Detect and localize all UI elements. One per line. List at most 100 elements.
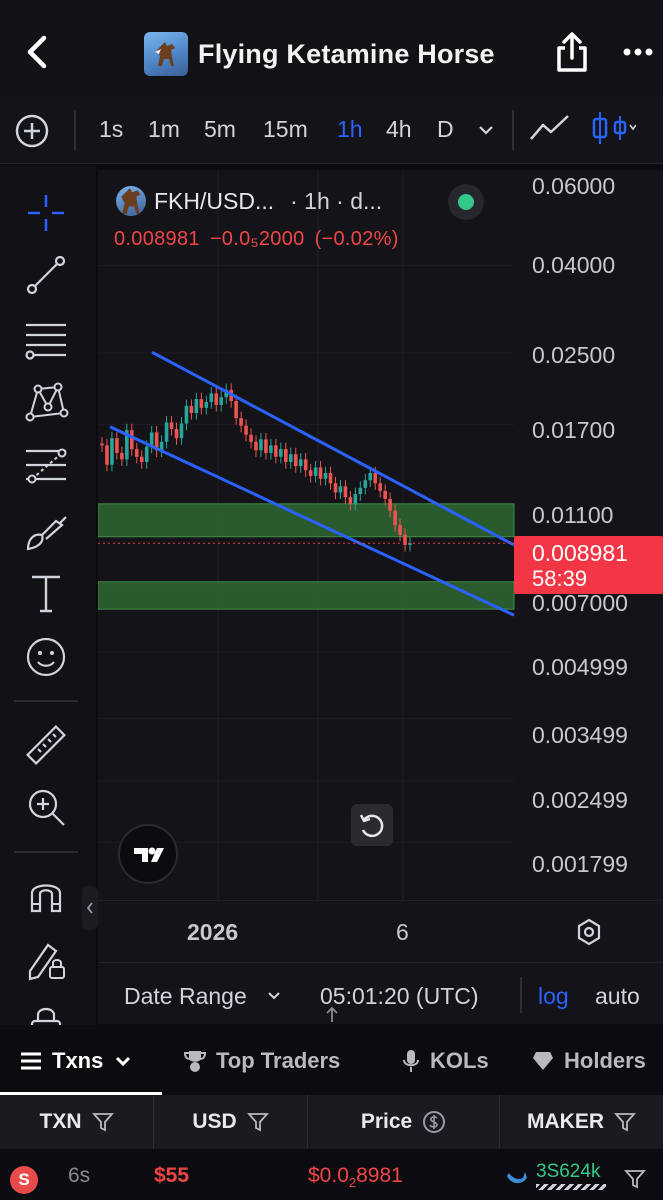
date-range-dropdown[interactable] [266,988,282,1004]
tab-label: Txns [52,1048,104,1073]
candle-body [100,443,104,446]
tf-1s[interactable]: 1s [99,116,123,143]
diamond-icon [533,1052,553,1070]
y-tick: 0.02500 [532,342,616,368]
timeframe-dropdown[interactable] [476,120,496,140]
time-axis[interactable]: 2026 6 [98,900,663,962]
x-label: 2026 [187,919,239,945]
candle-body [259,439,263,451]
tf-5m[interactable]: 5m [204,116,236,143]
horizontal-lines-tool[interactable] [22,317,70,365]
trend-line-tool[interactable] [22,251,70,299]
chart-type-candles-button[interactable] [588,110,637,146]
price-prefix: $0.0 [308,1164,349,1187]
symbol-legend[interactable]: FKH/USD... · 1h · d... [116,186,382,216]
log-scale-toggle[interactable]: log [538,983,569,1010]
trophy-icon [184,1051,206,1072]
ruler-icon [26,725,66,765]
y-tick: 0.01700 [532,417,616,443]
column-maker[interactable]: MAKER [500,1095,663,1149]
share-button[interactable] [552,28,592,76]
tf-1h[interactable]: 1h [337,116,363,143]
tf-1m[interactable]: 1m [148,116,180,143]
candle-body [174,429,179,439]
fib-retracement-tool[interactable] [22,443,70,491]
chart-type-line-button[interactable] [528,112,572,144]
tab-top-traders[interactable]: Top Traders [184,1045,340,1077]
y-tick: 0.06000 [532,173,616,199]
candle-body [264,439,268,453]
date-range-button[interactable]: Date Range [124,983,247,1010]
dollar-circle-icon [423,1111,446,1133]
market-status-button[interactable] [448,184,484,220]
lock-icon [30,1007,62,1025]
back-button[interactable] [18,30,58,74]
filter-icon[interactable] [624,1168,646,1190]
txn-usd: $55 [154,1164,190,1187]
collapse-toolbar-button[interactable] [82,886,98,930]
candle-body [194,399,199,413]
divider [512,110,514,150]
candle-body [274,445,278,457]
chart-settings-button[interactable] [574,917,604,947]
plus-circle-icon [15,114,49,148]
token-avatar [144,32,188,76]
lock-drawing-tool[interactable] [22,935,70,983]
text-tool[interactable] [22,569,70,617]
candle-body [130,430,134,450]
reset-chart-button[interactable] [351,804,393,846]
last-price: 0.008981 [532,540,628,566]
rotate-ccw-icon [359,814,384,838]
y-tick: 0.004999 [532,654,628,680]
emoji-tool[interactable] [22,633,70,681]
candle-body [144,446,149,463]
tab-holders[interactable]: Holders [532,1045,646,1077]
tf-15m[interactable]: 15m [263,116,308,143]
fib-retracement-icon [26,448,67,484]
tab-txns[interactable]: Txns [20,1045,143,1077]
candle-body [244,425,248,435]
text-icon [32,575,60,613]
candle-body [234,400,238,419]
magnet-tool[interactable] [22,871,70,919]
line-chart-icon [530,115,569,140]
maker-address[interactable]: 3S624k [536,1161,600,1183]
support-zone [98,503,515,538]
candle-body [383,490,387,499]
candle-body [254,441,258,451]
chevron-down-icon [116,1056,131,1067]
tab-kols[interactable]: KOLs [402,1045,489,1077]
y-tick: 0.01100 [532,502,614,528]
more-button[interactable] [620,36,656,68]
tab-label: Holders [564,1048,646,1073]
candle-body [199,399,204,408]
candle-body [318,467,323,479]
brush-icon [26,516,67,551]
table-row[interactable]: S 6s $55 $0.028981 3S624k [0,1150,663,1200]
candle-body [120,452,124,460]
ohlc-change: −0.0₅2000 [209,228,305,250]
price-chart[interactable]: FKH/USD... · 1h · d... 0.008981 −0.0₅2000… [98,170,663,900]
column-usd[interactable]: USD [154,1095,308,1149]
candlestick-icon [592,112,637,144]
tradingview-logo[interactable] [118,824,178,884]
crosshair-tool[interactable] [22,189,70,237]
column-price[interactable]: Price [308,1095,500,1149]
column-txn[interactable]: TXN [0,1095,154,1149]
brush-tool[interactable] [22,507,70,555]
ruler-tool[interactable] [22,721,70,769]
utc-clock[interactable]: 05:01:20 (UTC) [320,983,479,1010]
tf-d[interactable]: D [437,116,454,143]
add-indicator-button[interactable] [14,113,50,149]
zoom-in-tool[interactable] [22,783,70,831]
candle-body [368,473,373,481]
pattern-tool[interactable] [22,377,70,425]
lock-tool[interactable] [22,1001,70,1025]
candle-body [169,422,174,430]
microphone-icon [403,1050,419,1072]
candle-body [333,483,338,493]
last-price-tag: 0.008981 58:39 [514,536,663,594]
auto-scale-toggle[interactable]: auto [595,983,640,1010]
candle-body [184,405,189,424]
tf-4h[interactable]: 4h [386,116,412,143]
